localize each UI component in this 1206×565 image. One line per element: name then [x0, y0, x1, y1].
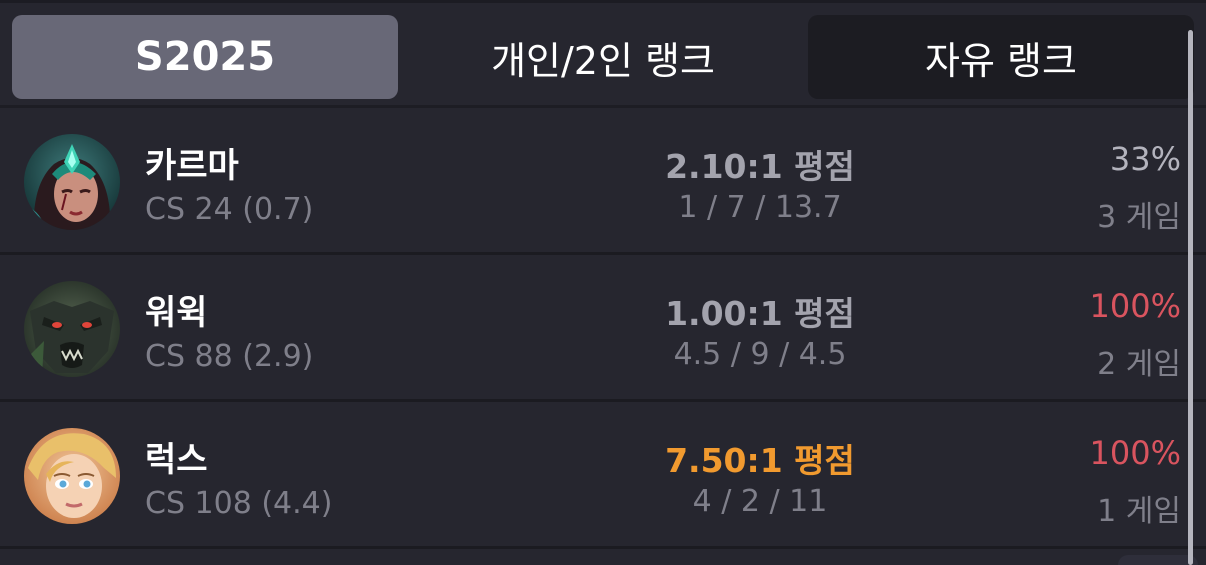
kda-ratio: 1.00:1 평점 — [665, 294, 855, 333]
champion-row[interactable]: 카르마 CS 24 (0.7) 2.10:1 평점 1 / 7 / 13.7 3… — [0, 110, 1206, 255]
kda-detail: 4 / 2 / 11 — [692, 484, 828, 519]
champion-stats-screen: S2025 개인/2인 랭크 자유 랭크 카르마 CS 24 (0.7) 2.1… — [0, 0, 1206, 565]
tab-flex-rank[interactable]: 자유 랭크 — [808, 15, 1194, 99]
scrollbar[interactable] — [1188, 30, 1193, 565]
warwick-portrait-icon — [24, 281, 120, 377]
games-played: 1 게임 — [1097, 494, 1181, 529]
champion-cs: CS 108 (4.4) — [145, 486, 333, 521]
queue-tab-bar: S2025 개인/2인 랭크 자유 랭크 — [0, 0, 1206, 108]
karma-portrait-icon — [24, 134, 120, 230]
champion-cs: CS 24 (0.7) — [145, 192, 314, 227]
tab-solo-duo-rank[interactable]: 개인/2인 랭크 — [410, 15, 796, 99]
champion-row[interactable]: 워윅 CS 88 (2.9) 1.00:1 평점 4.5 / 9 / 4.5 1… — [0, 257, 1206, 402]
games-played: 2 게임 — [1097, 347, 1181, 382]
champion-name: 럭스 — [145, 440, 208, 480]
kda-detail: 4.5 / 9 / 4.5 — [673, 337, 847, 372]
champion-cs: CS 88 (2.9) — [145, 339, 314, 374]
games-played: 3 게임 — [1097, 200, 1181, 235]
champion-name: 워윅 — [145, 293, 208, 333]
tab-season[interactable]: S2025 — [12, 15, 398, 99]
champion-row[interactable]: 럭스 CS 108 (4.4) 7.50:1 평점 4 / 2 / 11 100… — [0, 404, 1206, 549]
lux-portrait-icon — [24, 428, 120, 524]
overlay-button-edge[interactable] — [1118, 555, 1198, 565]
win-rate: 100% — [1089, 287, 1181, 325]
kda-ratio: 2.10:1 평점 — [665, 147, 855, 186]
list-bottom — [0, 551, 1206, 565]
kda-ratio: 7.50:1 평점 — [665, 441, 855, 480]
win-rate: 100% — [1089, 434, 1181, 472]
kda-detail: 1 / 7 / 13.7 — [678, 190, 842, 225]
win-rate: 33% — [1109, 140, 1181, 178]
champion-name: 카르마 — [145, 146, 239, 186]
